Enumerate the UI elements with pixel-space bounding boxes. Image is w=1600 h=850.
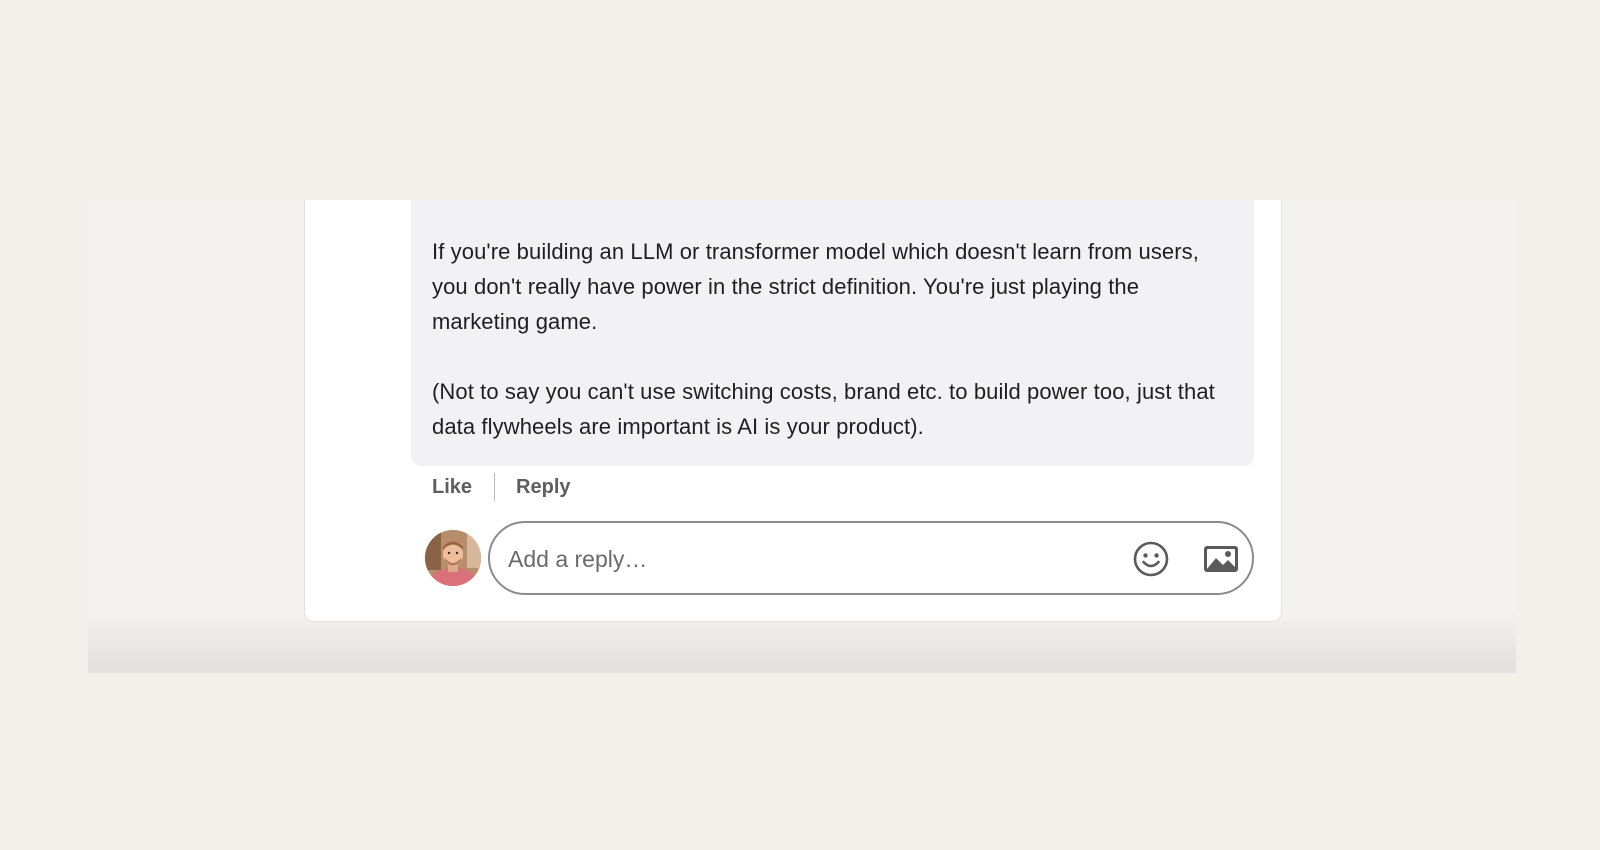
reply-button[interactable]: Reply — [516, 476, 570, 499]
comment-paragraph: If you're building an LLM or transformer… — [432, 239, 1199, 334]
comment-bubble: If you're building an LLM or transformer… — [411, 200, 1254, 466]
like-button[interactable]: Like — [432, 476, 472, 499]
reply-field[interactable] — [488, 521, 1254, 595]
comment-paragraph: (Not to say you can't use switching cost… — [432, 379, 1215, 439]
avatar-image — [425, 530, 481, 586]
comment-actions: Like Reply — [432, 472, 571, 502]
reply-input[interactable] — [506, 540, 1090, 578]
emoji-icon[interactable] — [1132, 540, 1170, 578]
reply-composer — [425, 521, 1255, 595]
comment-card: If you're building an LLM or transformer… — [304, 200, 1282, 622]
action-divider — [494, 473, 496, 501]
page: If you're building an LLM or transformer… — [0, 0, 1600, 850]
image-icon[interactable] — [1202, 540, 1240, 578]
avatar[interactable] — [425, 530, 481, 586]
